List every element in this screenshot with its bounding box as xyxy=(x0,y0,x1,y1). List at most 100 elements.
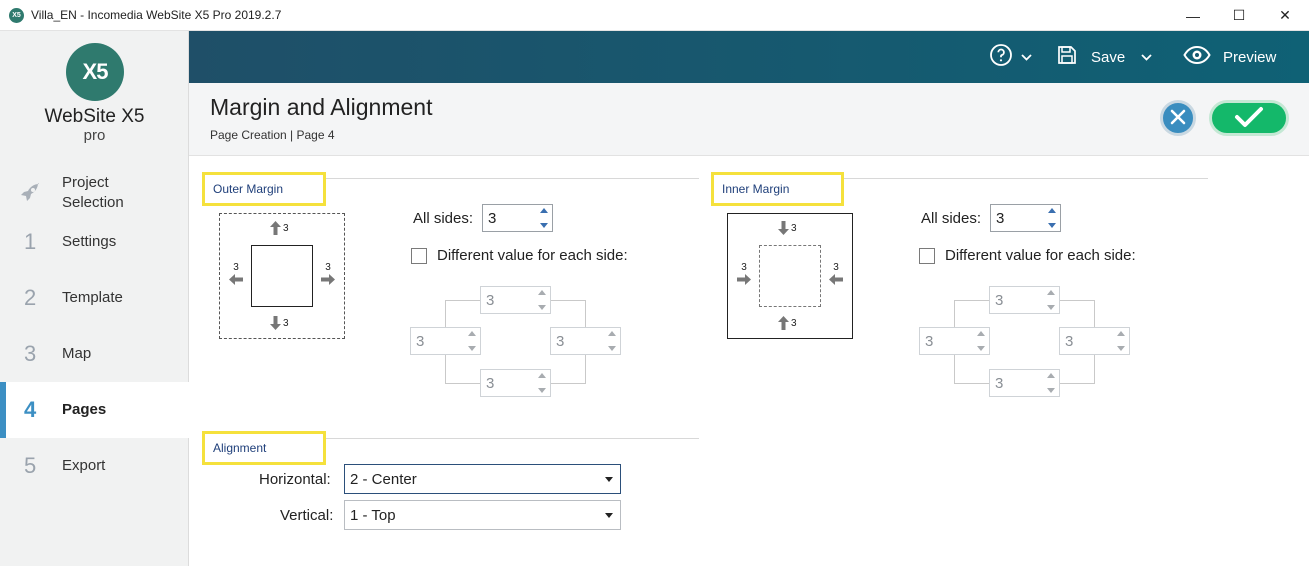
sidebar-item-map[interactable]: 3 Map xyxy=(0,326,189,382)
preview-button[interactable]: Preview xyxy=(1183,31,1276,83)
stepper-up-icon xyxy=(540,208,548,213)
logo-mark: X5 xyxy=(66,43,124,101)
sidebar-item-template[interactable]: 2 Template xyxy=(0,270,189,326)
arrow-down-icon xyxy=(270,316,281,330)
stepper-down-icon xyxy=(538,388,546,393)
stepper-value: 3 xyxy=(995,291,1004,309)
help-icon xyxy=(989,43,1013,71)
vertical-label: Vertical: xyxy=(280,507,334,524)
stepper-down-icon xyxy=(1047,305,1055,310)
chevron-down-icon xyxy=(1021,49,1032,66)
vertical-select[interactable]: 1 - Top xyxy=(344,500,621,530)
diagram-left-value: 3 xyxy=(229,262,243,285)
select-value: 1 - Top xyxy=(350,506,396,524)
alignment-title: Alignment xyxy=(202,431,326,465)
outer-right-stepper[interactable]: 3 xyxy=(550,327,621,355)
stepper-arrows[interactable] xyxy=(1046,208,1058,228)
outer-bottom-stepper[interactable]: 3 xyxy=(480,369,551,397)
diagram-left-value: 3 xyxy=(737,262,751,285)
stepper-up-icon xyxy=(1047,290,1055,295)
arrow-right-icon xyxy=(737,274,751,285)
stepper-value: 3 xyxy=(995,374,1004,392)
inner-different-checkbox[interactable] xyxy=(919,248,935,264)
stepper-up-icon xyxy=(468,331,476,336)
section-divider xyxy=(324,438,699,439)
chevron-down-icon xyxy=(605,477,613,482)
inner-margin-title: Inner Margin xyxy=(711,172,844,206)
arrow-up-icon xyxy=(778,316,789,330)
confirm-button[interactable] xyxy=(1209,100,1289,136)
horizontal-select[interactable]: 2 - Center xyxy=(344,464,621,494)
step-number: 3 xyxy=(24,341,37,366)
step-number: 2 xyxy=(24,285,37,310)
page-title: Margin and Alignment xyxy=(210,94,433,120)
outer-different-label: Different value for each side: xyxy=(437,247,628,264)
stepper-down-icon xyxy=(608,346,616,351)
inner-left-stepper[interactable]: 3 xyxy=(919,327,990,355)
page-header: Margin and Alignment Page Creation | Pag… xyxy=(189,83,1309,156)
sidebar: X5 WebSite X5 pro Project Selection 1 Se… xyxy=(0,31,189,566)
check-icon xyxy=(1234,106,1264,131)
minimize-button[interactable]: — xyxy=(1170,0,1216,31)
sidebar-item-pages[interactable]: 4 Pages xyxy=(0,382,189,438)
stepper-value: 3 xyxy=(486,374,495,392)
inner-bottom-stepper[interactable]: 3 xyxy=(989,369,1060,397)
sidebar-item-label: Map xyxy=(62,345,92,362)
logo-name: WebSite X5 xyxy=(44,106,145,127)
app-icon: X5 xyxy=(9,8,24,23)
outer-all-sides-stepper[interactable]: 3 xyxy=(482,204,553,232)
chevron-down-icon[interactable] xyxy=(1141,49,1152,66)
inner-all-sides-stepper[interactable]: 3 xyxy=(990,204,1061,232)
stepper-up-icon xyxy=(1047,373,1055,378)
stepper-down-icon xyxy=(1048,223,1056,228)
title-bar: X5 Villa_EN - Incomedia WebSite X5 Pro 2… xyxy=(0,0,1309,31)
stepper-value: 3 xyxy=(488,209,497,227)
outer-different-checkbox[interactable] xyxy=(411,248,427,264)
maximize-button[interactable]: ☐ xyxy=(1216,0,1262,31)
step-number: 4 xyxy=(24,397,37,422)
top-toolbar: Save Preview xyxy=(189,31,1309,83)
rocket-icon xyxy=(0,181,62,205)
sidebar-item-project-selection[interactable]: Project Selection xyxy=(0,165,189,221)
stepper-value: 3 xyxy=(416,332,425,350)
diagram-top-value: 3 xyxy=(778,221,797,235)
select-value: 2 - Center xyxy=(350,470,417,488)
stepper-arrows[interactable] xyxy=(538,208,550,228)
outer-top-stepper[interactable]: 3 xyxy=(480,286,551,314)
sidebar-item-label: Settings xyxy=(62,233,117,250)
stepper-down-icon xyxy=(468,346,476,351)
breadcrumb: Page Creation | Page 4 xyxy=(210,128,335,142)
cancel-button[interactable] xyxy=(1160,100,1196,136)
save-button[interactable]: Save xyxy=(1057,31,1152,83)
sidebar-item-export[interactable]: 5 Export xyxy=(0,438,189,494)
diagram-bottom-value: 3 xyxy=(778,316,797,330)
inner-margin-diagram: 3 3 3 3 xyxy=(727,213,853,339)
stepper-value: 3 xyxy=(996,209,1005,227)
diagram-right-value: 3 xyxy=(321,262,335,285)
window-title: Villa_EN - Incomedia WebSite X5 Pro 2019… xyxy=(31,8,282,22)
logo-edition: pro xyxy=(83,127,106,144)
sidebar-item-settings[interactable]: 1 Settings xyxy=(0,214,189,270)
diagram-content-box xyxy=(251,245,313,307)
preview-label: Preview xyxy=(1223,48,1277,66)
inner-right-stepper[interactable]: 3 xyxy=(1059,327,1130,355)
eye-icon xyxy=(1183,45,1211,69)
save-icon xyxy=(1057,45,1077,69)
stepper-value: 3 xyxy=(556,332,565,350)
stepper-value: 3 xyxy=(486,291,495,309)
inner-top-stepper[interactable]: 3 xyxy=(989,286,1060,314)
outer-margin-diagram: 3 3 3 3 xyxy=(219,213,345,339)
arrow-up-icon xyxy=(270,221,281,235)
stepper-up-icon xyxy=(608,331,616,336)
sidebar-item-label: Project Selection xyxy=(62,174,124,211)
help-menu-button[interactable] xyxy=(989,31,1032,83)
stepper-value: 3 xyxy=(1065,332,1074,350)
close-window-button[interactable]: ✕ xyxy=(1262,0,1308,31)
section-divider xyxy=(324,178,699,179)
stepper-up-icon xyxy=(538,373,546,378)
outer-margin-title: Outer Margin xyxy=(202,172,326,206)
sidebar-item-label: Template xyxy=(62,289,123,306)
stepper-down-icon xyxy=(540,223,548,228)
outer-left-stepper[interactable]: 3 xyxy=(410,327,481,355)
inner-all-sides-label: All sides: xyxy=(921,210,982,227)
